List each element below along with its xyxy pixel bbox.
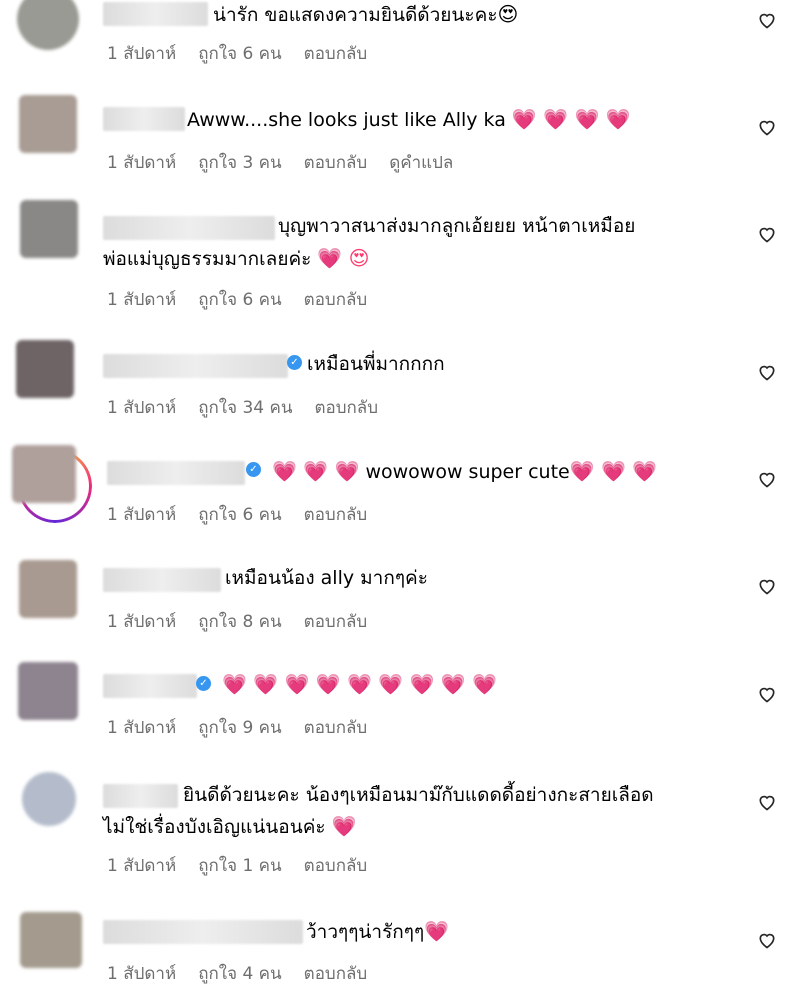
like-button[interactable]: [757, 576, 777, 596]
comment-meta: 1 สัปดาห์ ถูกใจ 6 คน ตอบกลับ: [107, 40, 389, 67]
emoji: 💗: [331, 814, 357, 838]
comment-time: 1 สัปดาห์: [107, 398, 177, 418]
username[interactable]: [103, 2, 208, 26]
emoji: 💗: [424, 919, 450, 943]
like-button[interactable]: [757, 469, 777, 489]
emoji: 😍: [497, 2, 519, 26]
heart-outline-icon: [759, 120, 775, 136]
avatar[interactable]: [18, 662, 78, 720]
avatar[interactable]: [19, 560, 77, 618]
username[interactable]: [103, 107, 185, 131]
comment-text: น่ารัก ขอแสดงความยินดีด้วยนะคะ😍: [213, 2, 519, 26]
emoji: 💗 💗 💗 💗: [511, 107, 631, 131]
reply-button[interactable]: ตอบกลับ: [304, 153, 368, 173]
username[interactable]: [103, 568, 221, 592]
comment-text-line2: ไม่ใช่เรื่องบังเอิญแน่นอนค่ะ 💗: [103, 814, 357, 838]
username[interactable]: [103, 354, 288, 378]
like-count[interactable]: ถูกใจ 6 คน: [198, 505, 281, 525]
like-count[interactable]: ถูกใจ 4 คน: [198, 964, 281, 984]
like-button[interactable]: [757, 10, 777, 30]
comment-meta: 1 สัปดาห์ ถูกใจ 34 คน ตอบกลับ: [107, 394, 400, 421]
avatar[interactable]: [22, 772, 76, 826]
like-button[interactable]: [757, 684, 777, 704]
comment-meta: 1 สัปดาห์ ถูกใจ 3 คน ตอบกลับ ดูคำแปล: [107, 149, 475, 176]
comment-time: 1 สัปดาห์: [107, 718, 177, 738]
avatar[interactable]: [16, 340, 74, 398]
comment-text: ว้าวๆๆน่ารักๆๆ💗: [306, 919, 450, 943]
comment-time: 1 สัปดาห์: [107, 153, 177, 173]
verified-badge-icon: ✓: [246, 462, 261, 477]
avatar[interactable]: [20, 200, 78, 258]
reply-button[interactable]: ตอบกลับ: [314, 398, 378, 418]
reply-button[interactable]: ตอบกลับ: [304, 612, 368, 632]
comment-time: 1 สัปดาห์: [107, 964, 177, 984]
comment-time: 1 สัปดาห์: [107, 505, 177, 525]
comment-text-line2: พ่อแม่บุญธรรมมากเลยค่ะ 💗 😍: [103, 246, 370, 270]
comment-text: บุญพาวาสนาส่งมากลูกเอ้ยยย หน้าตาเหมือย: [278, 215, 636, 237]
reply-button[interactable]: ตอบกลับ: [304, 290, 368, 310]
comment-meta: 1 สัปดาห์ ถูกใจ 6 คน ตอบกลับ: [107, 501, 389, 528]
username[interactable]: [103, 784, 178, 808]
username[interactable]: [107, 461, 245, 485]
reply-button[interactable]: ตอบกลับ: [304, 505, 368, 525]
verified-badge-icon: ✓: [287, 355, 302, 370]
comment-time: 1 สัปดาห์: [107, 290, 177, 310]
comment-text: Awww....she looks just like Ally ka 💗 💗 …: [187, 107, 631, 131]
like-count[interactable]: ถูกใจ 9 คน: [198, 718, 281, 738]
emoji: 💗 💗 💗 💗 💗 💗 💗 💗 💗: [222, 672, 497, 696]
like-button[interactable]: [757, 362, 777, 382]
reply-button[interactable]: ตอบกลับ: [304, 718, 368, 738]
avatar[interactable]: [19, 95, 77, 153]
heart-outline-icon: [759, 795, 775, 811]
comment-text: เหมือนพี่มากกกก: [307, 353, 445, 375]
like-count[interactable]: ถูกใจ 3 คน: [198, 153, 281, 173]
comment-text: ยินดีด้วยนะคะ น้องๆเหมือนมาม๊กับแดดดี้อย…: [183, 784, 654, 806]
reply-button[interactable]: ตอบกลับ: [304, 964, 368, 984]
avatar[interactable]: [20, 912, 82, 968]
like-count[interactable]: ถูกใจ 8 คน: [198, 612, 281, 632]
like-button[interactable]: [757, 930, 777, 950]
comment-meta: 1 สัปดาห์ ถูกใจ 1 คน ตอบกลับ: [107, 852, 389, 879]
avatar[interactable]: [12, 445, 76, 503]
reply-button[interactable]: ตอบกลับ: [304, 856, 368, 876]
like-button[interactable]: [757, 792, 777, 812]
heart-outline-icon: [759, 227, 775, 243]
heart-outline-icon: [759, 13, 775, 29]
like-count[interactable]: ถูกใจ 34 คน: [198, 398, 292, 418]
comment-text: เหมือนน้อง ally มากๆค่ะ: [225, 567, 428, 589]
heart-outline-icon: [759, 933, 775, 949]
heart-outline-icon: [759, 472, 775, 488]
heart-outline-icon: [759, 579, 775, 595]
emoji: 💗 💗 💗: [569, 459, 658, 483]
comment-time: 1 สัปดาห์: [107, 612, 177, 632]
comment-text: 💗 💗 💗 💗 💗 💗 💗 💗 💗: [222, 668, 497, 701]
like-count[interactable]: ถูกใจ 6 คน: [198, 44, 281, 64]
comment-meta: 1 สัปดาห์ ถูกใจ 4 คน ตอบกลับ: [107, 960, 389, 987]
comment-time: 1 สัปดาห์: [107, 856, 177, 876]
heart-outline-icon: [759, 687, 775, 703]
heart-outline-icon: [759, 365, 775, 381]
username[interactable]: [103, 674, 197, 698]
avatar[interactable]: [17, 0, 79, 50]
translate-button[interactable]: ดูคำแปล: [389, 153, 453, 173]
comment-meta: 1 สัปดาห์ ถูกใจ 6 คน ตอบกลับ: [107, 286, 389, 313]
comment-time: 1 สัปดาห์: [107, 44, 177, 64]
like-button[interactable]: [757, 117, 777, 137]
verified-badge-icon: ✓: [196, 676, 211, 691]
username[interactable]: [103, 216, 275, 240]
emoji: 💗 💗 💗: [272, 459, 360, 483]
emoji: 💗 😍: [317, 246, 370, 270]
comment-meta: 1 สัปดาห์ ถูกใจ 8 คน ตอบกลับ: [107, 608, 389, 635]
like-count[interactable]: ถูกใจ 6 คน: [198, 290, 281, 310]
like-count[interactable]: ถูกใจ 1 คน: [198, 856, 281, 876]
reply-button[interactable]: ตอบกลับ: [304, 44, 368, 64]
comment-meta: 1 สัปดาห์ ถูกใจ 9 คน ตอบกลับ: [107, 714, 389, 741]
username[interactable]: [103, 920, 303, 944]
like-button[interactable]: [757, 224, 777, 244]
comment-text: 💗 💗 💗 wowowow super cute💗 💗 💗: [272, 459, 658, 483]
